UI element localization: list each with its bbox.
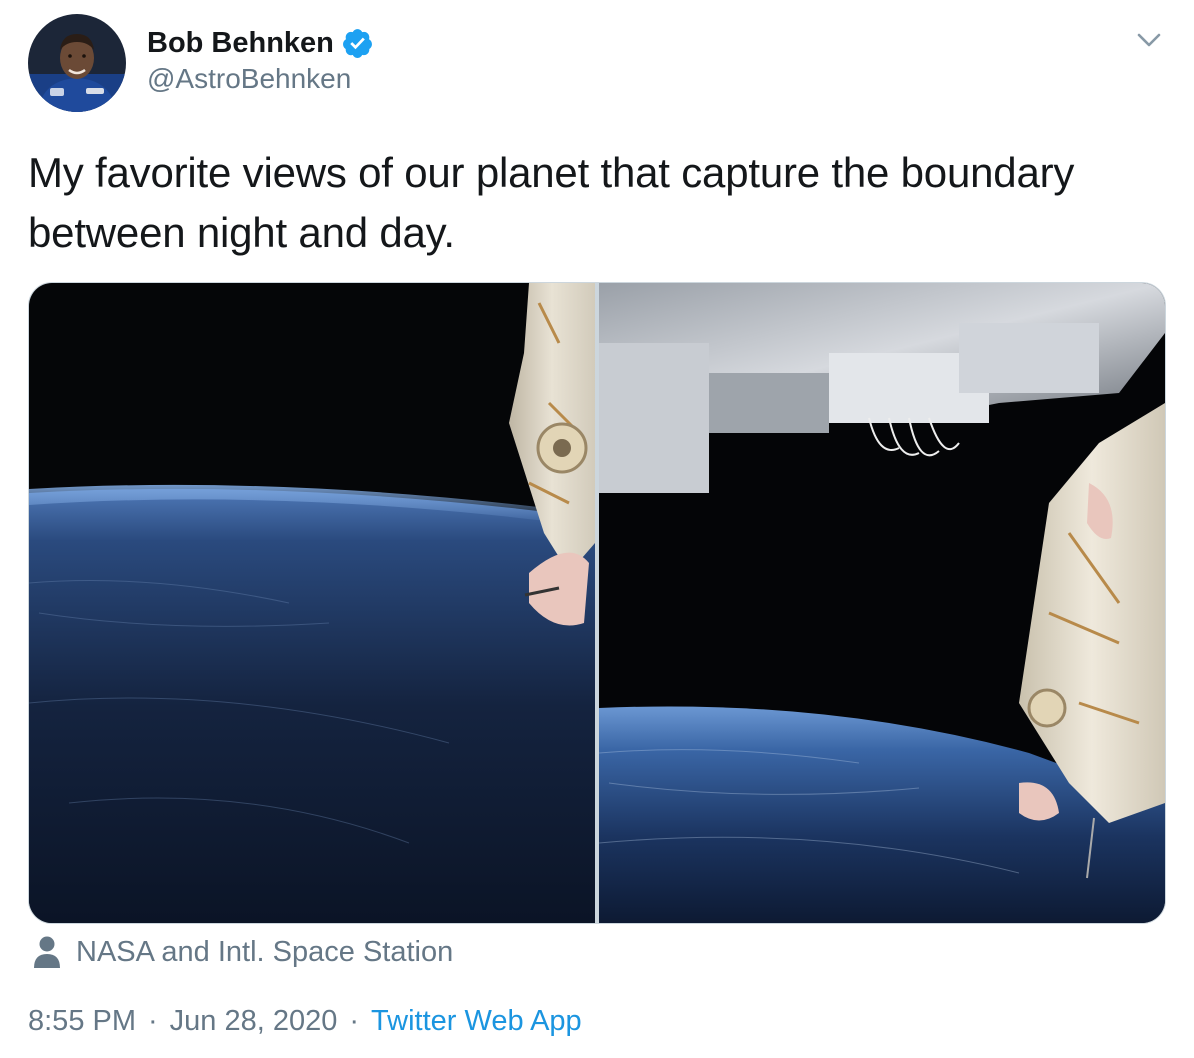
tweet-menu-chevron-down-icon[interactable] <box>1132 26 1166 54</box>
tweet-source-link[interactable]: Twitter Web App <box>371 1005 582 1038</box>
meta-separator: · <box>349 1004 360 1037</box>
verified-badge-icon <box>341 27 374 60</box>
tweet-text: My favorite views of our planet that cap… <box>28 149 1075 256</box>
author-name-row: Bob Behnken <box>147 25 374 61</box>
avatar[interactable] <box>28 14 126 112</box>
astronaut-portrait-icon <box>28 14 126 112</box>
person-icon <box>34 936 60 968</box>
media-grid <box>28 282 1166 924</box>
author-handle[interactable]: @AstroBehnken <box>147 63 351 95</box>
tweet-time[interactable]: 8:55 PM <box>28 1005 136 1038</box>
tweet-card: Bob Behnken @AstroBehnken My favorite vi… <box>0 0 1194 1058</box>
photo-earth-horizon-right[interactable] <box>599 283 1165 923</box>
meta-separator: · <box>148 1004 158 1037</box>
tagged-users[interactable]: NASA and Intl. Space Station <box>32 930 453 974</box>
tweet-date[interactable]: Jun 28, 2020 <box>170 1005 338 1038</box>
tagged-users-label: NASA and Intl. Space Station <box>76 935 454 968</box>
author-display-name[interactable]: Bob Behnken <box>147 27 334 60</box>
tweet-meta: 8:55 PM · Jun 28, 2020 · Twitter Web App <box>28 1000 582 1042</box>
photo-earth-horizon-left[interactable] <box>29 283 595 923</box>
